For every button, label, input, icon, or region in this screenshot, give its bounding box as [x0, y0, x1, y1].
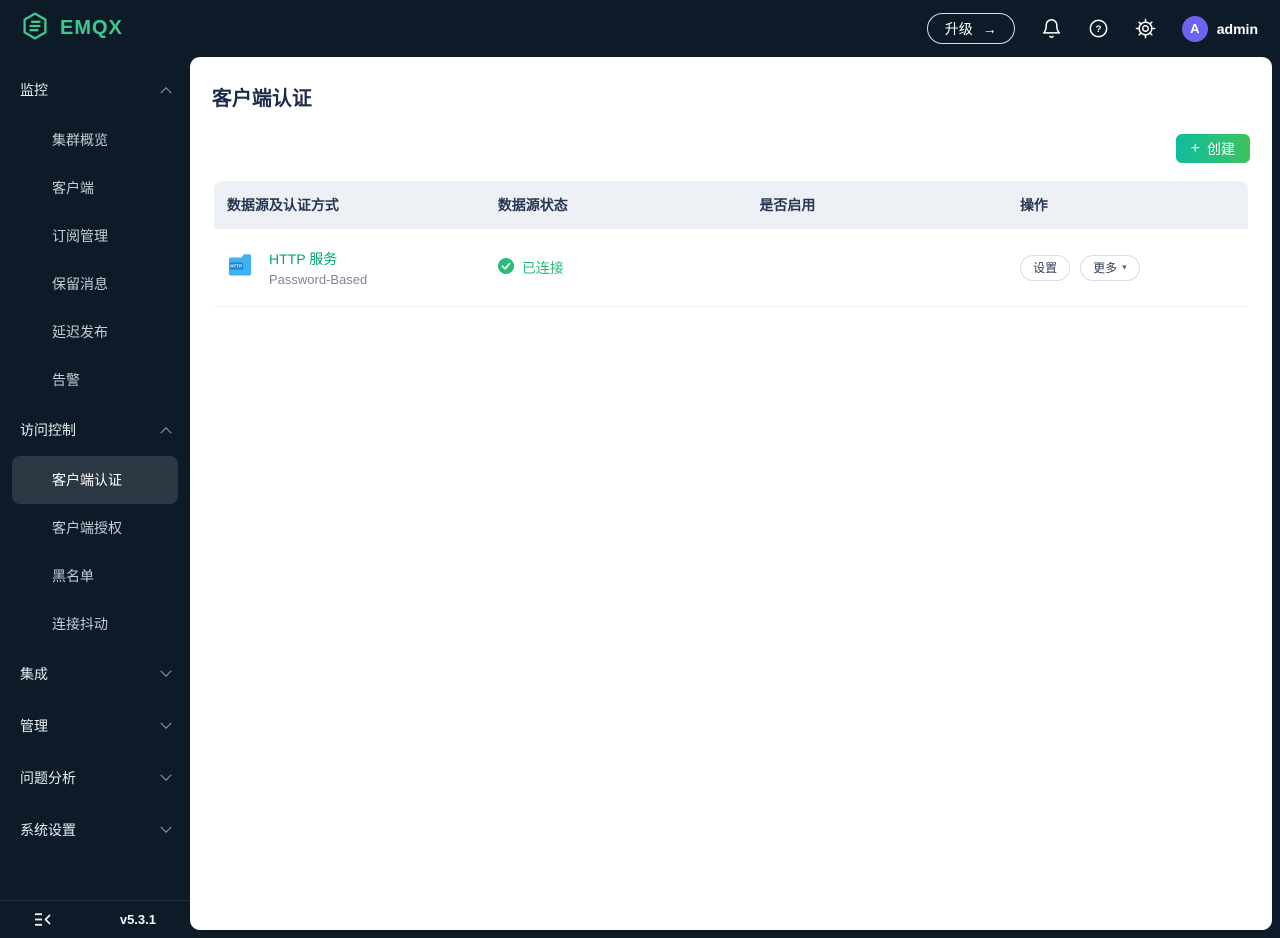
sidebar-item-subscriptions[interactable]: 订阅管理	[0, 212, 190, 260]
actions-cell: 设置 更多 ▾	[1007, 254, 1248, 281]
toolbar: + 创建	[212, 134, 1250, 163]
main-panel: 客户端认证 + 创建 数据源及认证方式 数据源状态 是否启用 操作 HTTP H…	[190, 57, 1272, 930]
nav-item-label: 连接抖动	[52, 616, 108, 632]
table-row: HTTP HTTP 服务 Password-Based 已连接 设置 更多 ▾	[214, 229, 1248, 307]
nav-item-label: 集群概览	[52, 132, 108, 148]
svg-text:?: ?	[1095, 24, 1101, 35]
chevron-down-icon	[160, 821, 172, 833]
chevron-up-icon	[160, 87, 172, 99]
sidebar-section-access-control[interactable]: 访问控制	[0, 404, 190, 456]
sidebar-section-management[interactable]: 管理	[0, 700, 190, 752]
section-label: 管理	[20, 718, 48, 734]
notifications-bell-icon[interactable]	[1041, 18, 1062, 39]
connected-check-icon	[497, 258, 514, 277]
settings-button[interactable]: 设置	[1020, 254, 1071, 281]
arrow-right-icon: →	[982, 20, 997, 37]
user-menu[interactable]: A admin	[1181, 15, 1258, 42]
create-button[interactable]: + 创建	[1175, 134, 1250, 163]
section-label: 系统设置	[20, 822, 76, 838]
chevron-down-icon	[160, 665, 172, 677]
section-label: 访问控制	[20, 422, 76, 438]
sidebar-nav: 监控 集群概览 客户端 订阅管理 保留消息 延迟发布 告警 访问控制 客户端认证…	[0, 57, 190, 900]
topbar: 升级 → ? A admin	[190, 0, 1280, 57]
toggle-knob	[741, 269, 758, 286]
avatar: A	[1181, 15, 1208, 42]
sidebar-item-delayed-publish[interactable]: 延迟发布	[0, 308, 190, 356]
settings-button-label: 设置	[1033, 261, 1058, 275]
help-icon[interactable]: ?	[1088, 18, 1109, 39]
sidebar-footer: v5.3.1	[0, 900, 190, 938]
sidebar-item-clients[interactable]: 客户端	[0, 164, 190, 212]
upgrade-label: 升级	[944, 20, 973, 37]
sidebar-section-diagnose[interactable]: 问题分析	[0, 752, 190, 804]
datasource-text: HTTP 服务 Password-Based	[269, 249, 367, 287]
column-header-actions: 操作	[1020, 197, 1049, 213]
emqx-logo-icon	[20, 11, 50, 46]
sidebar-section-system-settings[interactable]: 系统设置	[0, 804, 190, 856]
section-label: 问题分析	[20, 770, 76, 786]
svg-text:HTTP: HTTP	[230, 264, 242, 269]
username-label: admin	[1216, 20, 1258, 37]
datasource-mechanism: Password-Based	[269, 271, 368, 287]
http-datasource-icon: HTTP	[227, 251, 255, 284]
create-button-label: 创建	[1207, 140, 1235, 157]
column-header-status: 数据源状态	[497, 197, 568, 213]
sidebar-item-client-authentication[interactable]: 客户端认证	[12, 456, 178, 504]
fold-sidebar-icon[interactable]	[34, 912, 51, 927]
column-header-datasource: 数据源及认证方式	[227, 197, 339, 213]
sidebar: EMQX 监控 集群概览 客户端 订阅管理 保留消息 延迟发布 告警 访问控制 …	[0, 0, 190, 938]
nav-item-label: 订阅管理	[52, 228, 108, 244]
brand-logo[interactable]: EMQX	[0, 0, 190, 57]
sidebar-section-integration[interactable]: 集成	[0, 648, 190, 700]
nav-item-label: 黑名单	[52, 568, 94, 584]
nav-item-label: 客户端授权	[52, 520, 122, 536]
sidebar-item-flapping-detect[interactable]: 连接抖动	[0, 600, 190, 648]
nav-item-label: 客户端	[52, 180, 94, 196]
status-cell: 已连接	[485, 258, 747, 278]
chevron-down-icon	[160, 769, 172, 781]
version-label: v5.3.1	[119, 912, 156, 927]
sidebar-item-cluster-overview[interactable]: 集群概览	[0, 116, 190, 164]
more-button[interactable]: 更多 ▾	[1080, 254, 1140, 281]
sidebar-item-alarms[interactable]: 告警	[0, 356, 190, 404]
sidebar-item-client-authorization[interactable]: 客户端授权	[0, 504, 190, 552]
plus-icon: +	[1190, 139, 1200, 157]
sidebar-section-monitoring[interactable]: 监控	[0, 64, 190, 116]
nav-item-label: 告警	[52, 372, 80, 388]
chevron-down-icon	[160, 717, 172, 729]
authentication-table: 数据源及认证方式 数据源状态 是否启用 操作 HTTP HTTP 服务 Pass…	[214, 181, 1248, 307]
nav-item-label: 保留消息	[52, 276, 108, 292]
brand-name: EMQX	[60, 17, 123, 39]
datasource-name-link[interactable]: HTTP 服务	[269, 249, 367, 269]
chevron-up-icon	[160, 427, 172, 439]
table-header-row: 数据源及认证方式 数据源状态 是否启用 操作	[214, 181, 1248, 229]
page-title: 客户端认证	[212, 88, 312, 110]
sidebar-item-blacklist[interactable]: 黑名单	[0, 552, 190, 600]
nav-item-label: 客户端认证	[52, 472, 122, 488]
datasource-cell: HTTP HTTP 服务 Password-Based	[214, 249, 485, 287]
caret-down-icon: ▾	[1122, 262, 1127, 272]
section-label: 监控	[20, 82, 48, 98]
settings-gear-icon[interactable]	[1135, 18, 1156, 39]
nav-item-label: 延迟发布	[52, 324, 108, 340]
section-label: 集成	[20, 666, 48, 682]
column-header-enabled: 是否启用	[759, 197, 816, 213]
status-label: 已连接	[521, 259, 564, 276]
more-button-label: 更多	[1093, 261, 1118, 275]
sidebar-item-retained-messages[interactable]: 保留消息	[0, 260, 190, 308]
upgrade-button[interactable]: 升级 →	[926, 13, 1015, 44]
